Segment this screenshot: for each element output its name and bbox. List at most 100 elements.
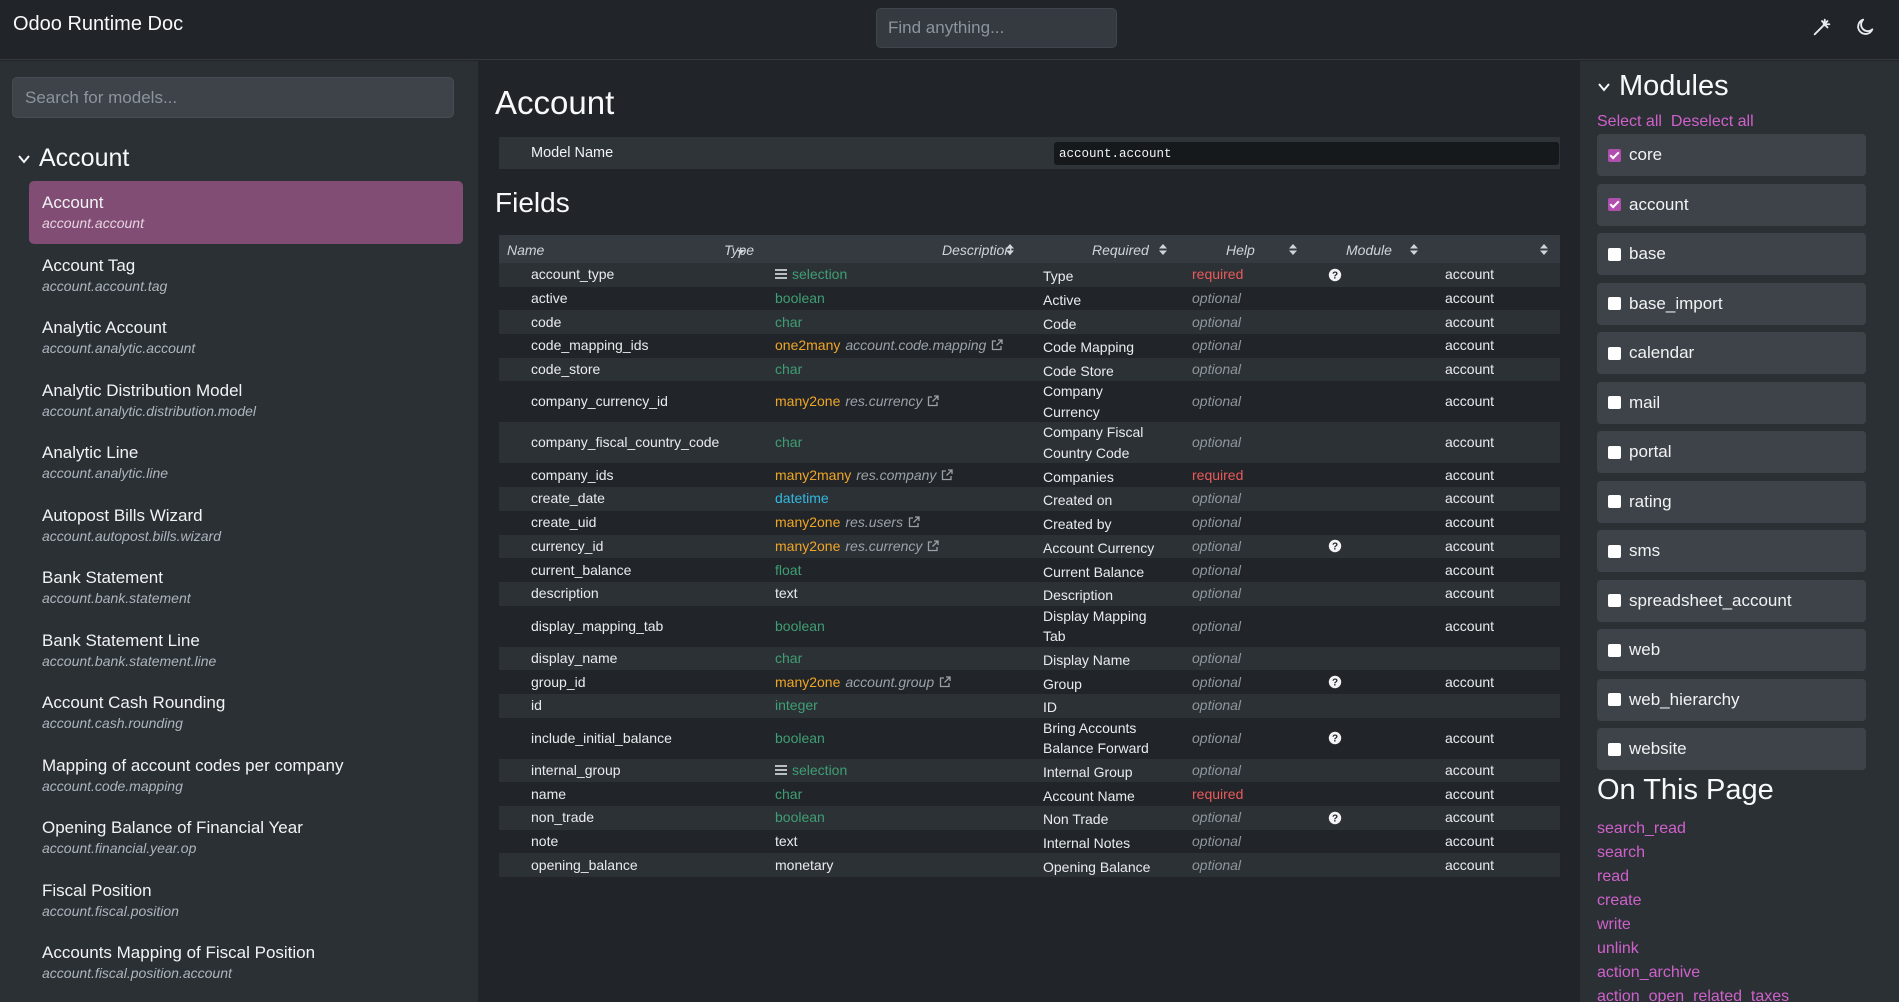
help-icon[interactable]: ?: [1328, 811, 1342, 825]
model-list-item[interactable]: Autopost Bills Wizard account.autopost.bi…: [29, 494, 463, 557]
field-type-label: monetary: [775, 856, 834, 873]
field-name: internal_group: [531, 761, 621, 778]
moon-icon[interactable]: [1854, 16, 1876, 38]
module-filter-item[interactable]: spreadsheet_account: [1597, 579, 1866, 622]
on-this-page-link[interactable]: search_read: [1597, 817, 1789, 841]
on-this-page-link[interactable]: search: [1597, 841, 1789, 865]
module-filter-item[interactable]: mail: [1597, 381, 1866, 424]
related-model-link[interactable]: account.group: [845, 674, 934, 690]
col-header-name[interactable]: Name: [507, 242, 544, 258]
model-group-header[interactable]: Account: [17, 144, 129, 173]
module-checkbox[interactable]: [1608, 198, 1621, 211]
related-model-link[interactable]: res.currency: [845, 538, 922, 554]
module-checkbox[interactable]: [1608, 445, 1621, 459]
model-list-item[interactable]: Bank Statement Line account.bank.statemen…: [29, 619, 463, 682]
on-this-page-link[interactable]: unlink: [1597, 937, 1789, 961]
field-required: optional: [1192, 361, 1242, 378]
module-checkbox[interactable]: [1608, 148, 1621, 162]
model-technical-name: account.analytic.line: [42, 465, 169, 481]
select-all-link[interactable]: Select all: [1597, 113, 1662, 131]
on-this-page-link[interactable]: write: [1597, 913, 1789, 937]
module-name: base: [1629, 244, 1666, 263]
field-required: optional: [1192, 561, 1242, 578]
model-list-item[interactable]: Bank Statement account.bank.statement: [29, 556, 463, 619]
field-description-line: Internal Notes: [1043, 835, 1131, 852]
model-list-item[interactable]: Fiscal Position account.fiscal.position: [29, 869, 463, 932]
global-search-input[interactable]: [876, 8, 1117, 48]
field-row: currency_id many2one res.currency Account C…: [499, 534, 1560, 559]
module-checkbox[interactable]: [1608, 594, 1621, 607]
field-row: include_initial_balance boolean Bring Acco…: [499, 717, 1560, 759]
module-checkbox[interactable]: [1608, 643, 1621, 657]
help-icon[interactable]: ?: [1328, 675, 1342, 689]
sort-icon[interactable]: [1410, 244, 1418, 255]
field-description-line: Company: [1043, 383, 1103, 400]
module-filter-item[interactable]: website: [1597, 728, 1866, 770]
module-checkbox[interactable]: [1608, 693, 1621, 706]
col-header-module[interactable]: Module: [1346, 242, 1392, 258]
module-filter-item[interactable]: web_hierarchy: [1597, 678, 1866, 721]
field-type: many2one res.users: [775, 514, 920, 530]
model-list-item[interactable]: Opening Balance of Financial Year account…: [29, 806, 463, 869]
svg-text:?: ?: [1332, 542, 1338, 553]
help-icon[interactable]: ?: [1328, 268, 1342, 282]
field-required: optional: [1192, 809, 1242, 826]
module-checkbox[interactable]: [1608, 396, 1621, 409]
field-type-label: char: [775, 361, 803, 378]
module-checkbox[interactable]: [1608, 346, 1621, 360]
field-type: many2many res.company: [775, 467, 954, 483]
model-list-item[interactable]: Account Cash Rounding account.cash.roundi…: [29, 681, 463, 744]
module-checkbox[interactable]: [1608, 297, 1621, 310]
col-header-help[interactable]: Help: [1226, 242, 1255, 258]
module-filter-item[interactable]: account: [1597, 183, 1866, 226]
help-icon[interactable]: ?: [1328, 731, 1342, 745]
related-model-link[interactable]: res.users: [845, 514, 903, 530]
sort-icon[interactable]: [1159, 244, 1167, 255]
model-list-item[interactable]: Accounts Mapping of Fiscal Position accou…: [29, 931, 463, 994]
model-list-item[interactable]: Analytic Distribution Model account.analy…: [29, 369, 463, 432]
modules-header[interactable]: Modules: [1597, 70, 1729, 103]
field-description-line: Display Mapping: [1043, 607, 1147, 624]
model-list-item[interactable]: Analytic Account account.analytic.account: [29, 306, 463, 369]
sort-icon[interactable]: [1289, 244, 1297, 255]
col-header-required[interactable]: Required: [1092, 242, 1149, 258]
model-search-input[interactable]: [12, 77, 454, 118]
module-filter-item[interactable]: sms: [1597, 530, 1866, 572]
deselect-all-link[interactable]: Deselect all: [1671, 113, 1754, 131]
sort-icon[interactable]: [1540, 244, 1548, 255]
field-name: company_ids: [531, 466, 614, 483]
module-filter-item[interactable]: rating: [1597, 480, 1866, 523]
module-filter-list: core account base base_import calendar mail po…: [1597, 134, 1866, 778]
module-checkbox[interactable]: [1608, 742, 1621, 756]
on-this-page-link[interactable]: action_archive: [1597, 961, 1789, 985]
modules-title: Modules: [1619, 70, 1729, 102]
field-type: text: [775, 833, 798, 849]
module-filter-item[interactable]: base: [1597, 233, 1866, 275]
module-checkbox[interactable]: [1608, 247, 1621, 261]
related-model-link[interactable]: res.company: [856, 467, 936, 483]
top-bar: Odoo Runtime Doc: [0, 0, 1899, 60]
col-header-description[interactable]: Description: [942, 242, 1012, 258]
col-header-type[interactable]: Type: [724, 242, 754, 258]
model-list-item[interactable]: Analytic Line account.analytic.line: [29, 431, 463, 494]
on-this-page-link[interactable]: read: [1597, 865, 1789, 889]
help-icon[interactable]: ?: [1328, 539, 1342, 553]
right-sidebar: Modules Select all Deselect all core acco…: [1580, 61, 1899, 1002]
magic-wand-icon[interactable]: [1811, 16, 1833, 38]
model-list-item[interactable]: Account Tag account.account.tag: [29, 244, 463, 307]
model-display-name: Account: [42, 193, 104, 212]
module-filter-item[interactable]: base_import: [1597, 282, 1866, 325]
module-filter-item[interactable]: calendar: [1597, 332, 1866, 374]
model-list-item[interactable]: Mapping of account codes per company acco…: [29, 744, 463, 807]
on-this-page-link[interactable]: action_open_related_taxes: [1597, 985, 1789, 1002]
model-list-item[interactable]: Account account.account: [29, 181, 463, 244]
module-filter-item[interactable]: portal: [1597, 431, 1866, 473]
module-filter-item[interactable]: core: [1597, 134, 1866, 176]
app-title[interactable]: Odoo Runtime Doc: [13, 13, 183, 36]
related-model-link[interactable]: res.currency: [845, 393, 922, 409]
module-checkbox[interactable]: [1608, 544, 1621, 558]
module-checkbox[interactable]: [1608, 495, 1621, 508]
on-this-page-link[interactable]: create: [1597, 889, 1789, 913]
related-model-link[interactable]: account.code.mapping: [845, 337, 986, 353]
module-filter-item[interactable]: web: [1597, 629, 1866, 671]
